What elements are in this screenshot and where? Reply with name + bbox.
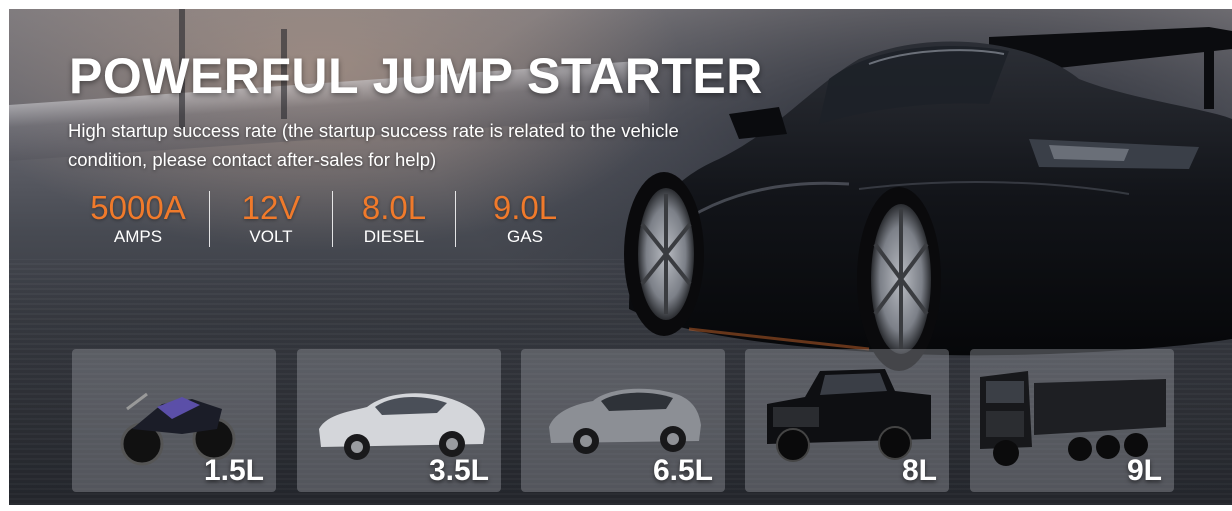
stat-value: 5000A: [90, 189, 186, 226]
stat-unit: DIESEL: [363, 227, 425, 246]
vehicle-capacity: 6.5L: [652, 454, 713, 487]
stat-value: 8.0L: [361, 189, 427, 226]
subtext: High startup success rate (the startup s…: [68, 120, 679, 170]
stat-value: 12V: [241, 189, 301, 226]
stat-unit: GAS: [507, 227, 543, 246]
vehicle-capacity: 8L: [901, 454, 937, 487]
stat-diesel: 8.0L DIESEL: [332, 191, 455, 247]
vehicle-capacity: 1.5L: [203, 454, 264, 487]
vehicle-card-dump-truck: 9L: [970, 349, 1174, 492]
stat-unit: AMPS: [113, 227, 163, 246]
stat-unit: VOLT: [249, 227, 293, 246]
vehicle-capacity: 3.5L: [428, 454, 489, 487]
vehicle-capacity: 9L: [1126, 454, 1162, 487]
vehicle-card-sedan: 3.5L: [297, 349, 501, 492]
headline: POWERFUL JUMP STARTER: [69, 48, 763, 104]
spec-stats: 5000A AMPS 12V VOLT 8.0L DIESEL 9.0L GAS: [67, 191, 594, 247]
stat-gas: 9.0L GAS: [455, 191, 594, 247]
stat-amps: 5000A AMPS: [67, 191, 209, 247]
vehicle-card-suv: 6.5L: [521, 349, 725, 492]
vehicle-card-pickup: 8L: [745, 349, 949, 492]
hero-banner: POWERFUL JUMP STARTER High startup succe…: [9, 9, 1232, 505]
stat-volt: 12V VOLT: [209, 191, 332, 247]
stat-value: 9.0L: [492, 189, 558, 226]
vehicle-card-motorcycle: 1.5L: [72, 349, 276, 492]
